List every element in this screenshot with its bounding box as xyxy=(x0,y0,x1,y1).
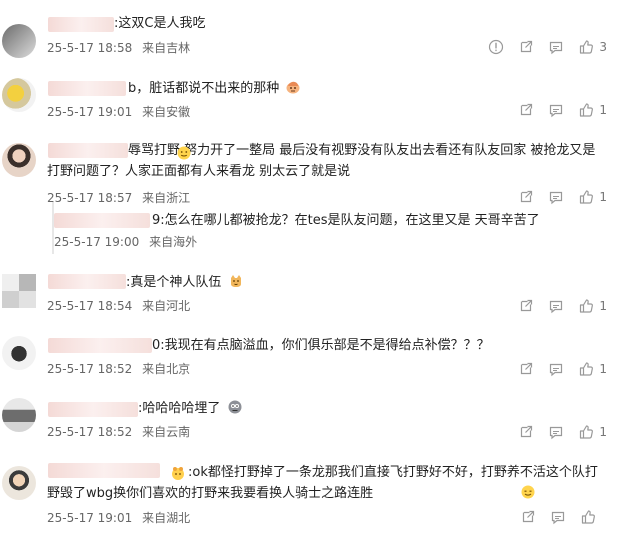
comment-text: :哈哈哈哈埋了 xyxy=(138,398,608,419)
emoji-icon xyxy=(379,484,535,500)
username-mask xyxy=(48,17,114,32)
username-mask xyxy=(48,274,126,289)
comment-text-body: :ok都怪打野掉了一条龙那我们直接飞打野好不好，打野养不活这个队打野毁了wbg换… xyxy=(47,465,598,501)
comment-text-body: b，脏话都说不出来的那种 xyxy=(128,81,280,96)
comment-item: :ok都怪打野掉了一条龙那我们直接飞打野好不好，打野养不活这个队打野毁了wbg换… xyxy=(0,456,631,535)
like-button[interactable] xyxy=(580,509,607,525)
comment-location: 来自湖北 xyxy=(142,511,191,525)
comment-location: 来自安徽 xyxy=(142,105,191,119)
comment-item: :哈哈哈哈埋了 25-5-17 18:52 来自云南 1 xyxy=(0,392,631,450)
comment-icon[interactable] xyxy=(548,39,564,55)
username-mask xyxy=(48,338,152,353)
comment-meta: 25-5-17 19:01 来自湖北 xyxy=(47,509,196,526)
report-icon[interactable] xyxy=(488,39,504,55)
like-count: 1 xyxy=(599,299,607,313)
comment-actions: 3 xyxy=(488,38,607,56)
comment-icon[interactable] xyxy=(548,361,564,377)
comment-location: 来自北京 xyxy=(142,362,191,376)
username-mask xyxy=(48,81,126,96)
share-icon[interactable] xyxy=(518,361,534,377)
comment-meta: 25-5-17 18:52 来自北京 xyxy=(47,360,196,377)
comment-text: b，脏话都说不出来的那种 xyxy=(128,78,598,99)
comment-text: 辱骂打野 努力开了一整局 最后没有视野没有队友出去看还有队友回家 被抢龙又是打野… xyxy=(47,140,607,182)
comment-actions: 1 xyxy=(518,101,607,119)
like-count: 1 xyxy=(599,362,607,376)
comment-item: 辱骂打野 努力开了一整局 最后没有视野没有队友出去看还有队友回家 被抢龙又是打野… xyxy=(0,132,631,205)
thumbs-up-icon xyxy=(578,424,594,440)
comment-meta: 25-5-17 18:52 来自云南 xyxy=(47,423,196,440)
share-icon[interactable] xyxy=(518,298,534,314)
thumbs-up-icon xyxy=(578,39,594,55)
like-button[interactable]: 1 xyxy=(578,298,607,314)
comment-text: :这双C是人我吃 xyxy=(114,16,206,31)
avatar[interactable] xyxy=(2,78,36,112)
comment-location: 来自云南 xyxy=(142,425,191,439)
avatar[interactable] xyxy=(2,336,36,370)
reply-meta: 25-5-17 19:00 来自海外 xyxy=(54,233,203,250)
comment-actions: 1 xyxy=(518,423,607,441)
comment-text-body: :真是个神人队伍 xyxy=(126,275,222,290)
like-button[interactable]: 1 xyxy=(578,424,607,440)
thumbs-up-icon xyxy=(580,509,596,525)
emoji-icon xyxy=(176,145,192,161)
thumbs-up-icon xyxy=(578,361,594,377)
avatar[interactable] xyxy=(2,398,36,432)
comment-actions: 1 xyxy=(518,297,607,315)
share-icon[interactable] xyxy=(520,509,536,525)
comment-item: :真是个神人队伍 25-5-17 18:54 来自河北 1 xyxy=(0,264,631,322)
avatar[interactable] xyxy=(2,143,36,177)
reply-text: 9:怎么在哪儿都被抢龙？在tes是队友问题，在这里又是 天哥辛苦了 xyxy=(152,213,540,228)
comment-date: 25-5-17 18:52 xyxy=(47,425,133,439)
comment-actions xyxy=(520,508,607,526)
comment-icon[interactable] xyxy=(550,509,566,525)
comment-icon[interactable] xyxy=(548,102,564,118)
like-count: 3 xyxy=(599,40,607,54)
like-button[interactable]: 3 xyxy=(578,39,607,55)
like-button[interactable]: 1 xyxy=(578,361,607,377)
comment-meta: 25-5-17 18:58 来自吉林 xyxy=(47,39,196,56)
like-count: 1 xyxy=(599,425,607,439)
comment-text: :真是个神人队伍 xyxy=(126,272,606,293)
reply-location: 来自海外 xyxy=(149,235,198,249)
emoji-icon xyxy=(228,273,244,289)
comment-text-body: 辱骂打野 努力开了一整局 最后没有视野没有队友出去看还有队友回家 被抢龙又是打野… xyxy=(47,143,596,179)
comment-item: :这双C是人我吃 25-5-17 18:58 来自吉林 3 xyxy=(0,0,631,64)
share-icon[interactable] xyxy=(518,424,534,440)
comment-meta: 25-5-17 19:01 来自安徽 xyxy=(47,103,196,120)
comment-text: 0:我现在有点脑溢血，你们俱乐部是不是得给点补偿？？？ xyxy=(152,338,490,353)
comment-date: 25-5-17 19:01 xyxy=(47,105,133,119)
like-count: 1 xyxy=(599,103,607,117)
avatar[interactable] xyxy=(2,466,36,500)
reply-item: 9:怎么在哪儿都被抢龙？在tes是队友问题，在这里又是 天哥辛苦了 25-5-1… xyxy=(52,202,622,254)
share-icon[interactable] xyxy=(518,102,534,118)
comment-date: 25-5-17 18:52 xyxy=(47,362,133,376)
comment-text: :ok都怪打野掉了一条龙那我们直接飞打野好不好，打野养不活这个队打野毁了wbg换… xyxy=(47,462,607,504)
username-mask xyxy=(48,402,138,417)
comment-icon[interactable] xyxy=(548,298,564,314)
comment-date: 25-5-17 18:54 xyxy=(47,299,133,313)
comment-date: 25-5-17 19:01 xyxy=(47,511,133,525)
comment-item: 0:我现在有点脑溢血，你们俱乐部是不是得给点补偿？？？ 25-5-17 18:5… xyxy=(0,326,631,384)
comment-meta: 25-5-17 18:54 来自河北 xyxy=(47,297,196,314)
thumbs-up-icon xyxy=(578,102,594,118)
reply-date: 25-5-17 19:00 xyxy=(54,235,140,249)
comment-icon[interactable] xyxy=(548,424,564,440)
comment-location: 来自河北 xyxy=(142,299,191,313)
comment-text-body: :哈哈哈哈埋了 xyxy=(138,401,221,416)
share-icon[interactable] xyxy=(518,39,534,55)
username-mask xyxy=(54,213,150,228)
thumbs-up-icon xyxy=(578,298,594,314)
avatar[interactable] xyxy=(2,24,36,58)
comment-location: 来自吉林 xyxy=(142,41,191,55)
comment-date: 25-5-17 18:58 xyxy=(47,41,133,55)
comment-item: b，脏话都说不出来的那种 25-5-17 19:01 来自安徽 1 xyxy=(0,66,631,126)
avatar[interactable] xyxy=(2,274,36,308)
emoji-icon xyxy=(227,399,243,415)
like-button[interactable]: 1 xyxy=(578,102,607,118)
comment-actions: 1 xyxy=(518,360,607,378)
emoji-icon xyxy=(285,79,301,95)
